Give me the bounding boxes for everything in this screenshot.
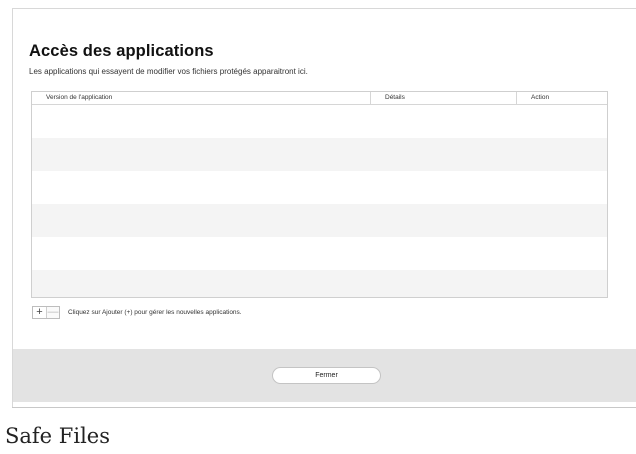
app-access-dialog: Accès des applications Les applications … xyxy=(12,8,636,407)
figure-caption: Safe Files xyxy=(5,424,110,448)
dialog-footer: Fermer xyxy=(13,349,636,402)
add-button[interactable]: + xyxy=(33,307,46,318)
table-controls: + — Cliquez sur Ajouter (+) pour gérer l… xyxy=(32,306,242,319)
close-button[interactable]: Fermer xyxy=(272,367,381,384)
table-header: Version de l'application Détails Action xyxy=(32,92,607,105)
column-header-details[interactable]: Détails xyxy=(371,92,517,104)
table-row[interactable] xyxy=(32,204,607,237)
column-header-app-version[interactable]: Version de l'application xyxy=(32,92,371,104)
column-header-action[interactable]: Action xyxy=(517,92,607,104)
applications-table: Version de l'application Détails Action xyxy=(31,91,608,298)
table-row[interactable] xyxy=(32,138,607,171)
add-remove-segmented-control: + — xyxy=(32,306,60,319)
caption-divider xyxy=(12,407,636,408)
dialog-subtitle: Les applications qui essayent de modifie… xyxy=(29,67,308,76)
dialog-title: Accès des applications xyxy=(29,42,214,60)
add-hint-text: Cliquez sur Ajouter (+) pour gérer les n… xyxy=(68,309,242,316)
table-row[interactable] xyxy=(32,270,607,297)
table-row[interactable] xyxy=(32,105,607,138)
table-row[interactable] xyxy=(32,237,607,270)
remove-button[interactable]: — xyxy=(46,307,59,318)
table-row[interactable] xyxy=(32,171,607,204)
